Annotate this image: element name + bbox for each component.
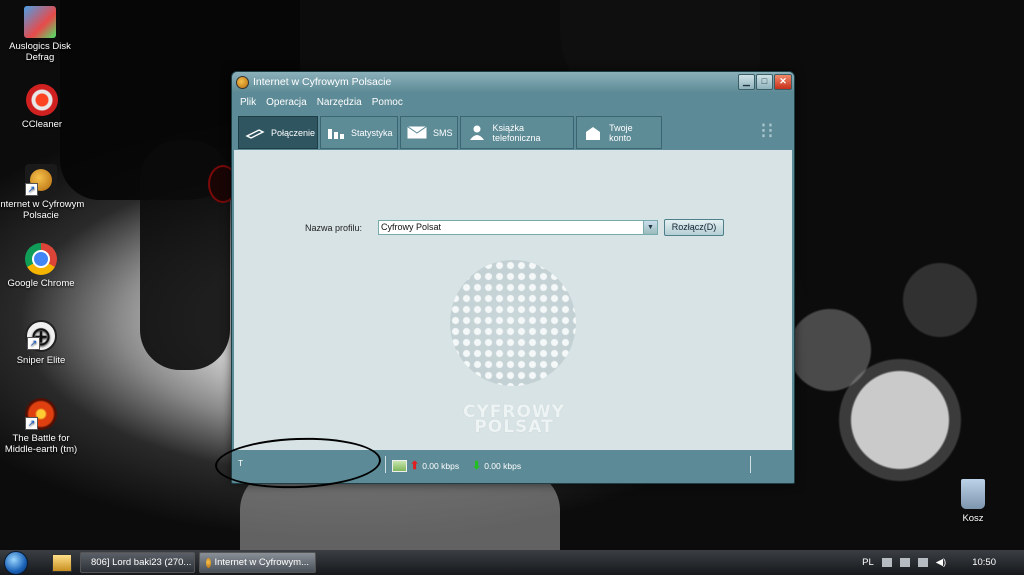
tab-label: Książka telefoniczna [492,122,541,143]
quick-launch-icon[interactable] [52,553,72,572]
brand-mark-icon: ⁝⁝ [760,118,774,143]
desktop-icon-label: CCleaner [21,119,63,130]
crosshair-icon: ⊕ ↗ [25,320,57,352]
taskbar-item-browser[interactable]: 806] Lord baki23 (270... [80,552,195,573]
desktop-icon-label: Sniper Elite [16,355,66,366]
upload-speed-value: 0.00 kbps [422,460,460,471]
desktop-icon-sniper-elite[interactable]: ⊕ ↗ Sniper Elite [0,320,86,366]
tab-label: SMS [433,127,453,138]
shortcut-arrow-icon: ↗ [25,417,38,430]
taskbar-item-cyfrowy[interactable]: Internet w Cyfrowym... [199,552,316,573]
tab-sms[interactable]: SMS [400,116,458,149]
desktop-icon-label: Auslogics Disk Defrag [9,41,71,63]
tab-statystyka[interactable]: Statystyka [320,116,398,149]
minimize-button[interactable]: ▁ [738,74,755,90]
ccleaner-icon [26,84,58,116]
cyfrowy-polsat-logo-icon [450,260,576,386]
menu-plik[interactable]: Plik [240,97,256,108]
desktop-icon-recycle-bin[interactable]: Kosz [928,478,1018,524]
profile-select[interactable]: Cyfrowy Polsat ▼ [378,220,658,235]
download-speed: ⬇ 0.00 kbps [472,459,521,472]
window-titlebar[interactable]: Internet w Cyfrowym Polsacie ▁ □ ✕ [232,72,794,92]
profile-name-label: Nazwa profilu: [305,223,363,233]
taskbar-item-label: Internet w Cyfrowym... [214,557,310,568]
tab-ksiazka-telefoniczna[interactable]: Książka telefoniczna [460,116,574,149]
desktop-icon-auslogics[interactable]: Auslogics Disk Defrag [0,6,85,63]
chrome-icon [25,243,57,275]
desktop-icon-chrome[interactable]: Google Chrome [0,243,86,289]
network-icon [392,459,407,472]
chevron-down-icon[interactable]: ▼ [643,221,657,234]
tab-label: Statystyka [351,127,393,138]
menu-bar: Plik Operacja Narzędzia Pomoc [232,92,794,112]
bar-chart-icon [327,126,345,140]
status-signal-text: T [238,458,244,468]
volume-icon[interactable]: ◀) [936,557,946,568]
connection-panel: Nazwa profilu: Cyfrowy Polsat ▼ Rozłącz(… [234,150,792,450]
download-arrow-icon: ⬇ [472,460,482,472]
maximize-button[interactable]: □ [756,74,773,90]
app-icon [236,75,249,89]
desktop-icon-ccleaner[interactable]: CCleaner [0,84,87,130]
person-icon [467,125,486,140]
taskbar-item-label: 806] Lord baki23 (270... [91,557,192,568]
status-divider [385,456,386,473]
window-title: Internet w Cyfrowym Polsacie [253,76,392,88]
cyfrowy-polsat-logo-text: CYFROWY POLSAT [434,404,594,437]
windows-orb-icon [4,550,28,575]
logo-line-2: POLSAT [474,417,554,437]
profile-select-value: Cyfrowy Polsat [381,222,442,232]
tray-icon[interactable] [881,558,892,567]
system-tray: PL ◀) 10:50 [862,557,1024,568]
envelope-icon [407,126,427,140]
clock[interactable]: 10:50 [972,557,996,568]
download-speed-value: 0.00 kbps [484,460,522,471]
cyfrowy-polsat-icon: ↗ [25,164,57,196]
start-button[interactable] [0,550,32,575]
desktop-icon-label: Kosz [962,513,984,524]
network-tray-icon[interactable] [899,558,910,567]
shortcut-arrow-icon: ↗ [25,183,38,196]
tab-bar: Połączenie Statystyka SMS Książka telefo… [232,112,794,149]
app-icon [206,557,211,568]
tab-label: Twoje konto [609,122,633,143]
desktop-icon-label: Google Chrome [7,278,75,289]
desktop-icon-cyfrowy[interactable]: ↗ Internet w Cyfrowym Polsacie [0,164,86,221]
status-divider [750,456,751,473]
desktop-icon-label: Internet w Cyfrowym Polsacie [0,199,85,221]
app-window: Internet w Cyfrowym Polsacie ▁ □ ✕ Plik … [231,71,795,484]
tab-label: Połączenie [271,127,316,138]
upload-speed: ⬆ 0.00 kbps [392,459,459,472]
defrag-icon [24,6,56,38]
status-bar: T ⬆ 0.00 kbps ⬇ 0.00 kbps [234,452,792,478]
upload-arrow-icon: ⬆ [410,460,420,472]
desktop-icon-label: The Battle for Middle-earth (tm) [4,433,78,455]
tray-icon[interactable] [917,558,928,567]
language-indicator[interactable]: PL [862,557,874,568]
menu-operacja[interactable]: Operacja [266,97,307,108]
close-button[interactable]: ✕ [774,74,792,90]
plug-icon [245,126,265,140]
taskbar: 806] Lord baki23 (270... Internet w Cyfr… [0,550,1024,575]
eye-of-sauron-icon: ↗ [25,398,57,430]
desktop-icon-battle-middle-earth[interactable]: ↗ The Battle for Middle-earth (tm) [0,398,86,455]
house-icon [583,126,603,140]
tab-twoje-konto[interactable]: Twoje konto [576,116,662,149]
window-controls: ▁ □ ✕ [738,74,792,90]
tab-polaczenie[interactable]: Połączenie [238,116,318,149]
recycle-bin-icon [957,478,989,510]
menu-pomoc[interactable]: Pomoc [372,97,403,108]
menu-narzedzia[interactable]: Narzędzia [317,97,362,108]
disconnect-button[interactable]: Rozłącz(D) [664,219,724,236]
shortcut-arrow-icon: ↗ [27,337,40,350]
